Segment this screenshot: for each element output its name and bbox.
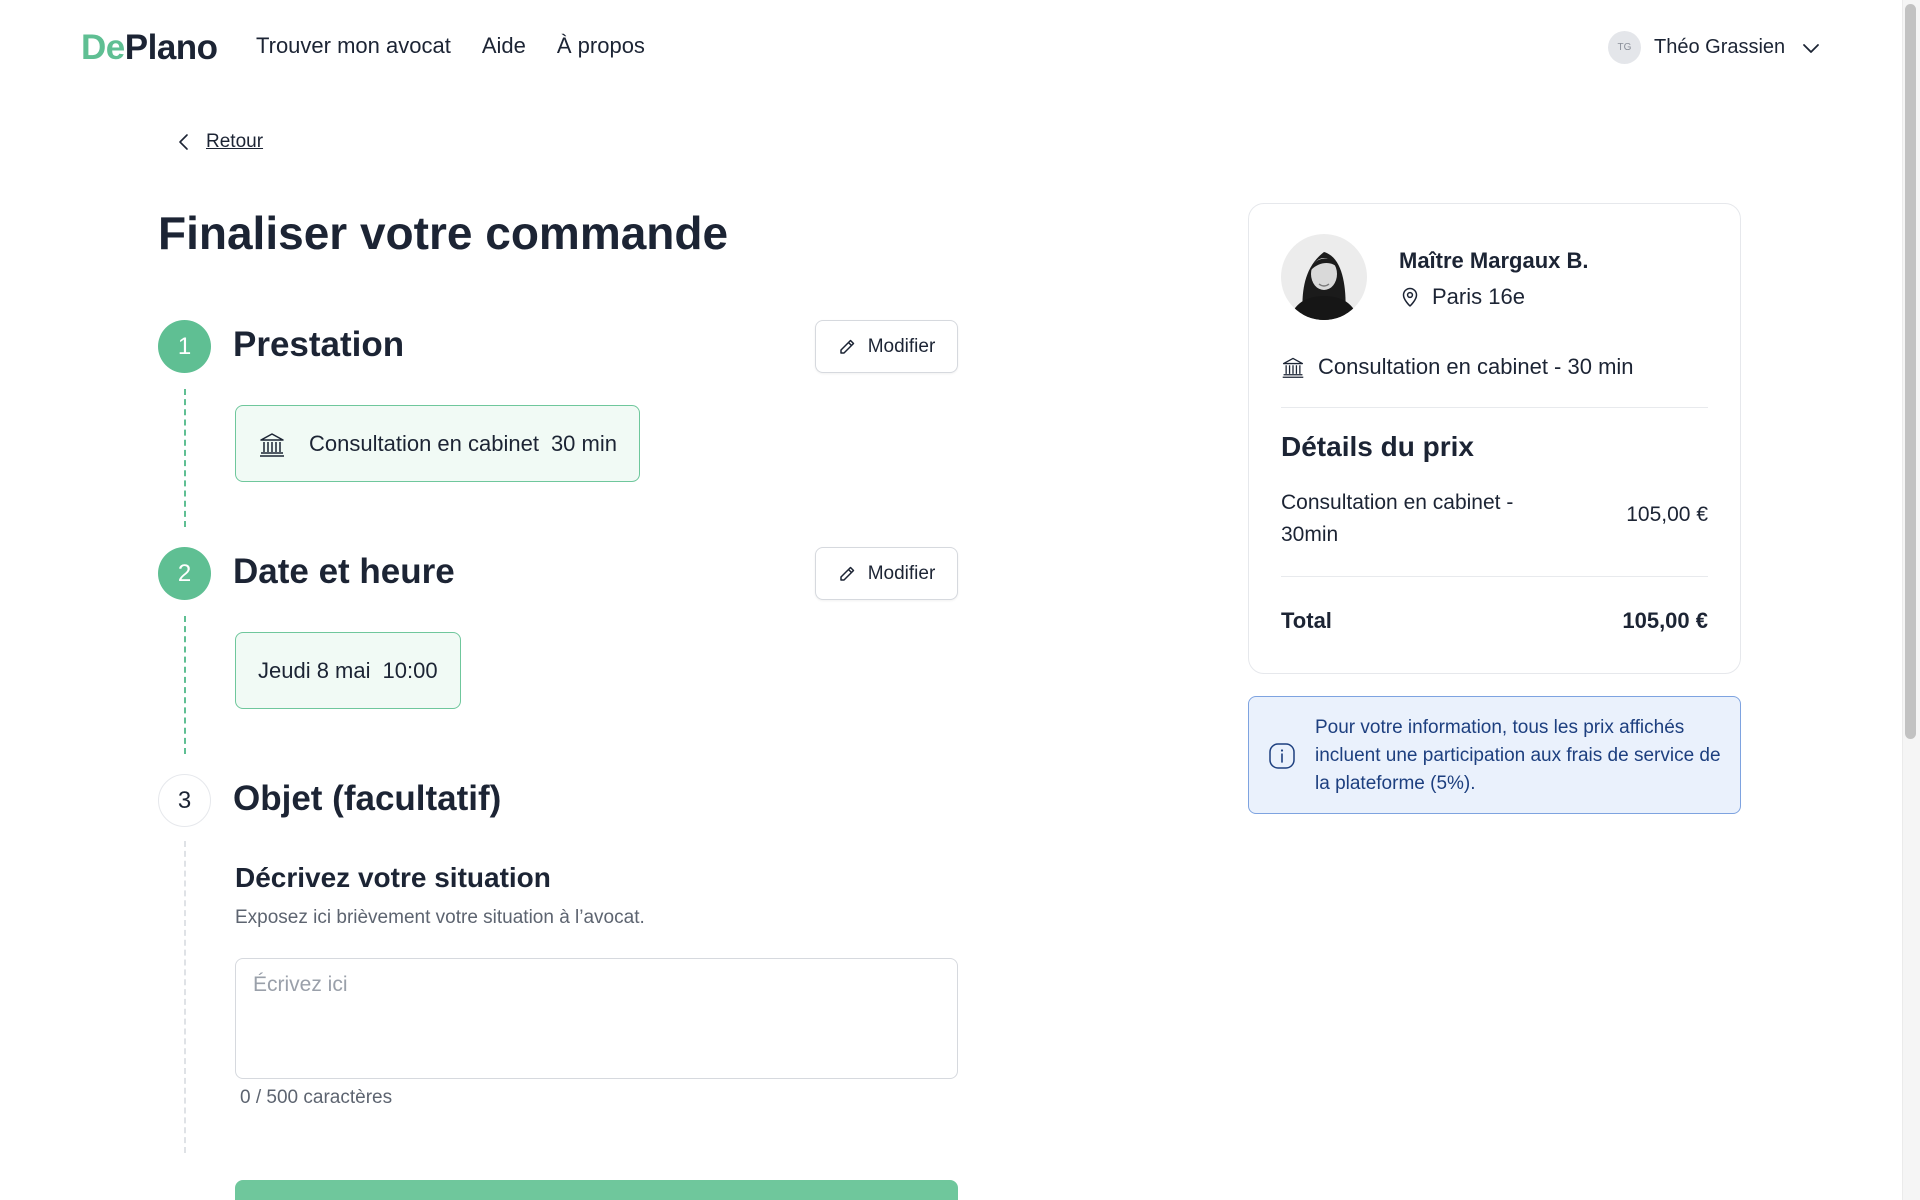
back-label: Retour [206,131,264,152]
page-title: Finaliser votre commande [158,207,729,259]
logo-part1: De [81,28,125,67]
step-2-title: Date et heure [233,552,455,591]
modify-label: Modifier [867,335,936,357]
chevron-left-icon [179,134,188,150]
submit-order-button[interactable] [235,1180,958,1200]
summary-service: Consultation en cabinet - 30 min [1281,354,1634,380]
divider [1281,576,1708,577]
selected-service-chip: Consultation en cabinet 30 min [235,405,640,482]
situation-description: Exposez ici brièvement votre situation à… [235,907,645,928]
price-details-title: Détails du prix [1281,431,1474,462]
divider [1281,407,1708,408]
summary-service-label: Consultation en cabinet - 30 min [1318,354,1634,379]
pencil-icon [839,339,854,354]
deplano-logo[interactable]: DePlano [81,28,218,68]
price-line-value: 105,00 € [1626,503,1708,526]
scrollbar-thumb[interactable] [1905,4,1916,739]
step-connector-1 [184,389,186,527]
step-3-badge: 3 [158,774,211,827]
bank-icon [260,432,284,457]
main-nav: Trouver mon avocat Aide À propos [256,33,676,59]
top-navigation: DePlano Trouver mon avocat Aide À propos… [0,0,1902,100]
chevron-down-icon [1803,43,1820,53]
user-name: Théo Grassien [1654,36,1786,58]
situation-title: Décrivez votre situation [235,862,551,893]
lawyer-name: Maître Margaux B. [1399,248,1589,273]
location-pin-icon [1402,287,1418,307]
total-value: 105,00 € [1622,608,1708,633]
order-summary-card: Maître Margaux B. Paris 16e Consultation… [1248,203,1741,674]
step-connector-3 [184,841,186,1153]
total-label: Total [1281,608,1332,633]
modify-service-button[interactable]: Modifier [815,320,958,373]
character-counter: 0 / 500 caractères [240,1087,393,1108]
nav-help[interactable]: Aide [482,33,526,59]
lawyer-location: Paris 16e [1399,284,1525,310]
fee-info-banner: Pour votre information, tous les prix af… [1248,696,1741,814]
user-menu[interactable]: TG Théo Grassien [1608,31,1821,64]
service-label: Consultation en cabinet [309,430,539,456]
logo-part2: Plano [124,28,218,67]
date-label: Jeudi 8 mai [258,657,371,683]
situation-input[interactable] [235,958,958,1079]
step-1-badge: 1 [158,320,211,373]
step-1-title: Prestation [233,325,405,364]
fee-info-text: Pour votre information, tous les prix af… [1315,717,1721,794]
avatar: TG [1608,31,1641,64]
back-link[interactable]: Retour [176,131,263,153]
step-3-title: Objet (facultatif) [233,779,502,818]
lawyer-portrait [1281,234,1367,320]
bank-icon [1282,357,1304,378]
price-line-label: Consultation en cabinet - 30min [1281,491,1514,546]
modify-date-button[interactable]: Modifier [815,547,958,600]
service-duration: 30 min [550,430,617,456]
time-label: 10:00 [382,657,438,683]
pencil-icon [839,566,854,581]
step-2-badge: 2 [158,547,211,600]
nav-about[interactable]: À propos [557,33,645,59]
location-label: Paris 16e [1432,284,1525,309]
selected-datetime-chip: Jeudi 8 mai 10:00 [235,632,461,709]
step-connector-2 [184,616,186,754]
modify-label: Modifier [867,562,936,584]
lawyer-photo [1281,234,1367,320]
nav-find-lawyer[interactable]: Trouver mon avocat [256,33,451,59]
info-icon [1269,743,1295,769]
